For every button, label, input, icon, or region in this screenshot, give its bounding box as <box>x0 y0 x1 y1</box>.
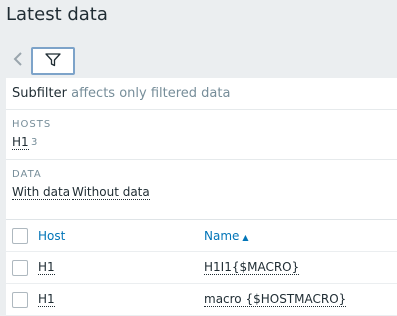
subfilter-hint: affects only filtered data <box>71 86 231 101</box>
filter-tab-button[interactable] <box>31 47 75 75</box>
divider <box>6 109 397 110</box>
subfilter-with-data[interactable]: With data <box>12 186 71 200</box>
row-host-link[interactable]: H1 <box>38 293 55 307</box>
row-checkbox[interactable] <box>12 260 28 276</box>
column-header-name-label: Name <box>204 229 240 243</box>
hosts-group-title: HOSTS <box>12 119 52 130</box>
table-row: H1 macro {$HOSTMACRO} <box>6 284 397 316</box>
subfilter-without-data[interactable]: Without data <box>72 186 150 200</box>
latest-data-table: Host Name ▲ H1 H1I1{$MACRO} H1 macro {$HO… <box>6 220 397 316</box>
row-item-name[interactable]: macro {$HOSTMACRO} <box>204 293 347 307</box>
subfilter-host-count: 3 <box>31 137 38 148</box>
row-item-name[interactable]: H1I1{$MACRO} <box>204 261 300 275</box>
funnel-icon <box>45 52 61 70</box>
sort-ascending-icon: ▲ <box>242 233 249 242</box>
subfilter-host-h1[interactable]: H1 <box>12 136 29 150</box>
row-checkbox[interactable] <box>12 292 28 308</box>
chevron-left-icon[interactable] <box>10 49 26 69</box>
data-group-title: DATA <box>12 169 42 180</box>
subfilter-panel: Subfilter affects only filtered data HOS… <box>6 78 397 220</box>
subfilter-header: Subfilter affects only filtered data <box>12 86 230 101</box>
column-header-host[interactable]: Host <box>38 229 65 243</box>
filter-tabs <box>6 40 397 78</box>
column-header-name[interactable]: Name ▲ <box>204 229 249 243</box>
page-title: Latest data <box>6 4 108 25</box>
row-host-link[interactable]: H1 <box>38 261 55 275</box>
subfilter-label: Subfilter <box>12 86 67 101</box>
table-header-row: Host Name ▲ <box>6 220 397 252</box>
table-row: H1 H1I1{$MACRO} <box>6 252 397 284</box>
divider <box>6 159 397 160</box>
select-all-checkbox[interactable] <box>12 228 28 244</box>
